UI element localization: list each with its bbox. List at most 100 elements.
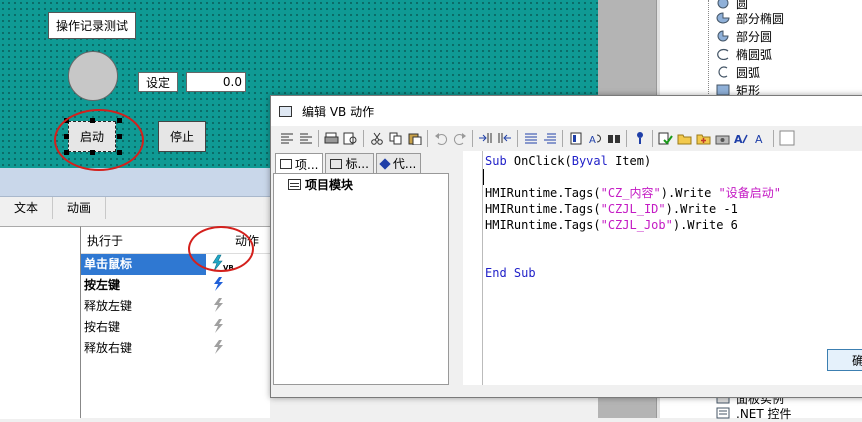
status-lamp[interactable]	[68, 51, 118, 101]
tree-node-project-module[interactable]: 项目模块	[288, 176, 353, 193]
bookmark-icon[interactable]	[566, 129, 585, 148]
code-line-2: HMIRuntime.Tags("CZ_内容").Write "设备启动"	[485, 186, 781, 200]
undo-icon[interactable]	[431, 129, 450, 148]
set-label[interactable]: 设定	[138, 72, 178, 92]
text-cursor	[483, 169, 484, 185]
palette-item-partial-circle[interactable]: 部分圆	[716, 27, 772, 45]
align-list-icon[interactable]	[296, 129, 315, 148]
tab-code[interactable]: 代...	[375, 153, 422, 173]
print-preview-icon[interactable]	[341, 129, 360, 148]
palette-item-partial-ellipse[interactable]: 部分椭圆	[716, 9, 784, 27]
print-icon[interactable]	[322, 129, 341, 148]
canvas-title-label[interactable]: 操作记录测试	[48, 12, 136, 39]
palette-item-label: 椭圆弧	[736, 47, 773, 62]
check-syntax-icon[interactable]	[656, 129, 675, 148]
indent-icon[interactable]	[476, 129, 495, 148]
toolbar-separator	[562, 129, 563, 147]
code-line-4: HMIRuntime.Tags("CZJL_Job").Write 6	[485, 218, 738, 232]
toolbar-separator	[472, 129, 473, 147]
palette-item-label: .NET 控件	[736, 406, 792, 421]
code-line-1: Sub OnClick(Byval Item)	[485, 154, 652, 168]
arc-icon	[716, 66, 730, 78]
cut-icon[interactable]	[367, 129, 386, 148]
tree-node-label: 项目模块	[305, 178, 354, 192]
palette-item-arc[interactable]: 圆弧	[716, 63, 760, 81]
code-line-5: End Sub	[485, 266, 536, 280]
event-label: 释放右键	[84, 341, 133, 355]
event-row-release-left[interactable]: 释放左键	[81, 296, 270, 317]
module-tree[interactable]: 项目模块	[273, 173, 449, 385]
dialog-title: 编辑 VB 动作	[302, 104, 375, 119]
event-label: 按右键	[84, 320, 121, 334]
event-label: 单击鼠标	[81, 254, 206, 275]
ok-button[interactable]: 确	[827, 349, 862, 371]
window-icon	[279, 105, 292, 117]
tab-standard[interactable]: 标...	[325, 153, 374, 173]
code-editor[interactable]: Sub OnClick(Byval Item) HMIRuntime.Tags(…	[483, 151, 862, 385]
copy-icon[interactable]	[386, 129, 405, 148]
module-icon	[288, 179, 301, 190]
pin-icon[interactable]	[630, 129, 649, 148]
palette-item-elliptical-arc[interactable]: 椭圆弧	[716, 45, 772, 63]
lightning-icon[interactable]	[206, 318, 270, 337]
module-icon[interactable]	[713, 129, 732, 148]
svg-text:A: A	[589, 135, 596, 145]
palette-item-label: 部分圆	[736, 29, 773, 44]
set-value-field[interactable]: 0.0	[186, 72, 246, 92]
partial-ellipse-icon	[716, 12, 730, 24]
tab-text[interactable]: 文本	[0, 197, 54, 219]
uncomment-icon[interactable]	[540, 129, 559, 148]
elliptical-arc-icon	[716, 48, 730, 61]
properties-tabs: 文本 动画	[0, 197, 107, 220]
event-row-press-right[interactable]: 按右键	[81, 317, 270, 338]
toolbar-separator	[363, 129, 364, 147]
toolbar-separator	[318, 129, 319, 147]
paste-icon[interactable]	[405, 129, 424, 148]
redo-icon[interactable]	[450, 129, 469, 148]
extra-field-icon[interactable]	[777, 129, 796, 148]
replace-icon[interactable]: A	[585, 129, 604, 148]
event-row-press-left[interactable]: 按左键	[81, 275, 270, 296]
svg-text:A: A	[734, 133, 743, 145]
tree-guide-line	[708, 0, 710, 100]
dialog-tabs: 项... 标... 代...	[275, 153, 423, 174]
tab-animation[interactable]: 动画	[53, 197, 107, 219]
module-list-icon	[280, 159, 292, 169]
tab-label: 标...	[345, 157, 369, 171]
partial-circle-icon	[716, 30, 730, 42]
circle-icon	[716, 0, 730, 9]
event-row-release-right[interactable]: 释放右键	[81, 338, 270, 359]
annotation-ellipse	[54, 109, 144, 171]
lightning-icon[interactable]	[206, 276, 270, 295]
indent-list-icon[interactable]	[277, 129, 296, 148]
outdent-icon[interactable]	[495, 129, 514, 148]
stop-button[interactable]: 停止	[158, 121, 206, 152]
event-label: 释放左键	[84, 299, 133, 313]
folder-icon[interactable]	[675, 129, 694, 148]
toolbar-separator	[626, 129, 627, 147]
event-label: 按左键	[84, 278, 121, 292]
comment-icon[interactable]	[521, 129, 540, 148]
font-color-icon[interactable]: A	[732, 129, 751, 148]
code-tag-icon	[379, 157, 391, 170]
add-folder-icon[interactable]	[694, 129, 713, 148]
toolbar-separator	[427, 129, 428, 147]
palette-item-dotnet-control[interactable]: .NET 控件	[716, 404, 792, 422]
lightning-icon[interactable]	[206, 339, 270, 358]
tab-project[interactable]: 项...	[275, 153, 324, 174]
annotation-ellipse	[188, 226, 254, 272]
dialog-toolbar: A A A	[271, 126, 862, 150]
edit-vb-action-dialog: 编辑 VB 动作 A A A 项... 标... 代... 项目模块 Sub O…	[270, 95, 862, 398]
palette-item-label: 部分椭圆	[736, 11, 785, 26]
svg-text:A: A	[755, 133, 763, 145]
module-list-icon	[330, 158, 343, 169]
font-icon[interactable]: A	[751, 129, 770, 148]
lightning-icon[interactable]	[206, 297, 270, 316]
palette-item-label: 圆弧	[736, 65, 761, 80]
find-icon[interactable]	[604, 129, 623, 148]
properties-tree-area[interactable]	[0, 226, 80, 419]
editor-gutter	[463, 151, 483, 385]
dialog-titlebar[interactable]: 编辑 VB 动作	[271, 96, 862, 126]
code-line-3: HMIRuntime.Tags("CZJL_ID").Write -1	[485, 202, 738, 216]
toolbar-separator	[517, 129, 518, 147]
